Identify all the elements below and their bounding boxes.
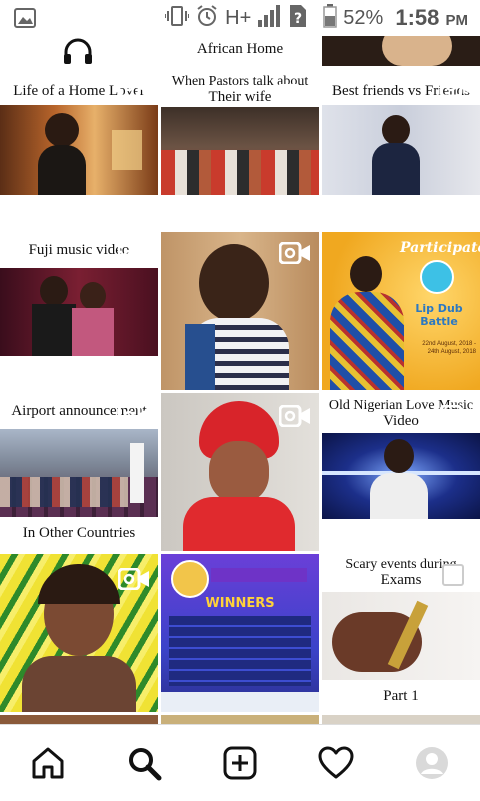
person-head — [199, 244, 269, 322]
person-body — [330, 292, 404, 390]
profile-button[interactable] — [412, 743, 452, 783]
candles — [112, 130, 142, 170]
poster-logo — [420, 260, 454, 294]
battery-percent: 52% — [343, 6, 384, 29]
person-body — [72, 308, 114, 356]
thumbnail: WINNERS — [161, 554, 319, 712]
poster-avatar — [171, 560, 209, 598]
grid-tile[interactable] — [0, 36, 158, 66]
tile-caption-bottom: Part 1 — [383, 688, 419, 704]
person-body — [38, 145, 86, 195]
grid-tile[interactable] — [322, 36, 480, 66]
video-icon — [118, 568, 149, 590]
tile-caption: African Home — [196, 41, 284, 57]
grid-tile[interactable] — [161, 232, 319, 390]
gallery-icon — [14, 8, 36, 33]
thumbnail — [0, 105, 158, 195]
person-body — [372, 143, 420, 195]
bottom-navigation — [0, 724, 480, 801]
audience — [161, 150, 319, 195]
search-icon — [129, 748, 162, 781]
home-icon — [32, 747, 64, 779]
headphones-graphic — [62, 38, 94, 66]
video-icon — [118, 405, 149, 427]
profile-avatar-icon — [416, 747, 448, 779]
person-body — [183, 497, 295, 551]
poster-footer — [161, 692, 319, 712]
thumbnail — [322, 592, 480, 680]
alarm-icon — [195, 4, 219, 33]
video-icon — [277, 84, 308, 106]
thumbnail — [0, 429, 158, 517]
poster-title: Participate — [400, 240, 480, 256]
person-head — [350, 256, 382, 292]
people — [0, 477, 128, 507]
grid-tile[interactable]: Best friends vs Friends — [322, 69, 480, 227]
clock-time: 1:58 — [395, 5, 440, 30]
grid-tile[interactable] — [0, 715, 158, 724]
signal-icon — [257, 4, 283, 33]
video-icon — [279, 242, 310, 264]
thumbnail — [322, 433, 480, 519]
poster-subtitle: Lip Dub Battle — [415, 302, 463, 328]
thumbnail — [322, 105, 480, 195]
person-body — [32, 304, 76, 356]
poster-dates: 22nd August, 2018 - 24th August, 2018 — [422, 341, 476, 355]
grid-tile[interactable]: Old Nigerian Love Music Video — [322, 393, 480, 551]
video-icon — [440, 75, 471, 97]
tile-caption-bottom: In Other Countries — [22, 525, 136, 541]
activity-button[interactable] — [316, 743, 356, 783]
grid-tile[interactable]: Participate Lip Dub Battle 22nd August, … — [322, 232, 480, 390]
search-button[interactable] — [124, 743, 164, 783]
status-bar: H+ ? 52% 1:58 PM — [0, 0, 480, 36]
thumbnail — [0, 268, 158, 356]
grid-tile[interactable] — [0, 554, 158, 712]
svg-text:?: ? — [294, 11, 302, 27]
poster-title: WINNERS — [205, 596, 275, 611]
grid-tile[interactable]: Airport announcement In Other Countries — [0, 393, 158, 551]
person-head — [384, 439, 414, 473]
grid-tile[interactable]: Fuji music video — [0, 232, 158, 390]
network-type: H+ — [225, 6, 252, 29]
add-post-icon — [223, 746, 257, 780]
person-figure — [80, 282, 106, 310]
person-body — [22, 656, 136, 712]
grid-tile[interactable]: When Pastors talk about Their wife — [161, 69, 319, 227]
grid-tile[interactable]: Life of a Home Lover — [0, 69, 158, 227]
grid-tile[interactable]: Scary events during Exams Part 1 — [322, 554, 480, 712]
person-figure — [45, 113, 79, 147]
thumbnail — [161, 107, 319, 195]
video-icon — [442, 564, 464, 586]
person-face — [209, 441, 269, 503]
person-hair — [38, 564, 120, 604]
person-body — [370, 473, 428, 519]
thumbnail: Participate Lip Dub Battle 22nd August, … — [322, 232, 480, 390]
battery-icon — [323, 3, 338, 33]
grid-tile[interactable] — [322, 715, 480, 724]
video-icon — [279, 405, 310, 427]
clock: 1:58 PM — [395, 5, 468, 31]
person-standing — [130, 443, 144, 503]
add-post-button[interactable] — [220, 743, 260, 783]
activity-heart-icon — [318, 746, 354, 779]
video-icon — [118, 75, 149, 97]
poster-banner — [211, 568, 307, 582]
grid-tile[interactable] — [161, 393, 319, 551]
thumbnail — [382, 36, 452, 66]
person-figure — [40, 276, 68, 306]
person-jacket — [185, 324, 215, 390]
no-sim-icon: ? — [289, 4, 307, 33]
poster-table — [169, 616, 311, 686]
explore-grid[interactable]: African Home Life of a Home Lover When P… — [0, 36, 480, 724]
video-icon — [118, 244, 149, 266]
grid-tile[interactable]: African Home — [161, 36, 319, 66]
grid-tile[interactable] — [161, 715, 319, 724]
home-button[interactable] — [28, 743, 68, 783]
vibrate-icon — [164, 5, 191, 32]
person-figure — [382, 115, 410, 145]
clock-ampm: PM — [445, 12, 469, 29]
video-icon — [440, 405, 471, 427]
grid-tile[interactable]: WINNERS — [161, 554, 319, 712]
